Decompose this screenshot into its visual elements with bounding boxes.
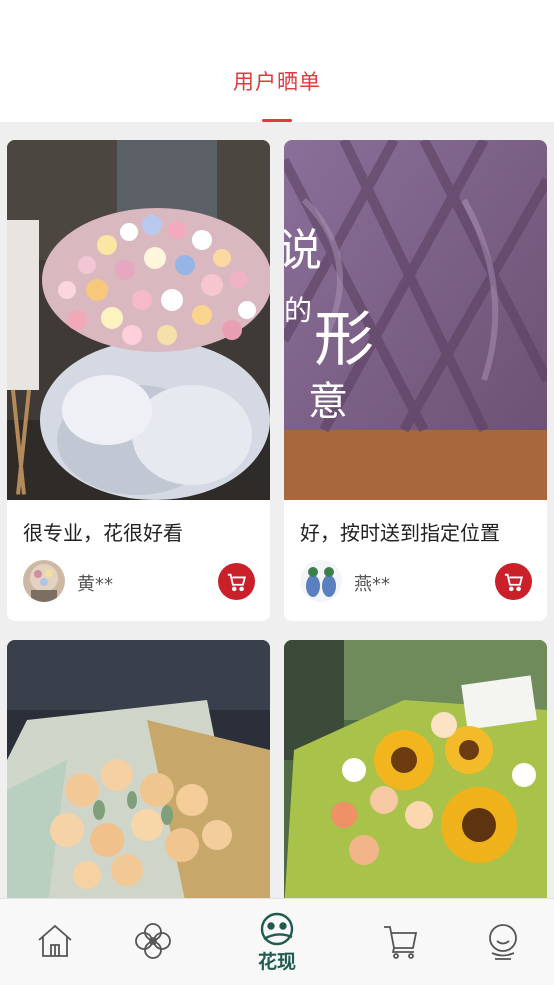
review-user-row: 黄**	[23, 560, 255, 604]
cart-icon	[227, 573, 246, 591]
page-title[interactable]: 用户晒单	[0, 66, 554, 96]
avatar[interactable]	[23, 560, 65, 602]
overlay-text: 的	[284, 294, 312, 327]
review-text: 好，按时送到指定位置	[300, 521, 500, 545]
overlay-text: 形	[314, 305, 374, 375]
review-user-row: 燕**	[300, 560, 532, 604]
tab-discover[interactable]: 花现	[222, 899, 332, 985]
add-to-cart-button[interactable]	[218, 563, 255, 600]
tab-home[interactable]	[0, 899, 110, 985]
user-name: 燕**	[354, 574, 390, 595]
profile-icon	[489, 924, 517, 960]
user-name: 黄**	[77, 574, 113, 595]
review-card[interactable]	[7, 640, 270, 910]
home-icon	[38, 924, 72, 957]
review-card[interactable]	[284, 640, 547, 910]
review-card[interactable]: 说 的 形 意 好，按时送到指定位置 燕**	[284, 140, 547, 621]
discover-icon	[260, 912, 294, 946]
tab-flowers[interactable]	[98, 899, 208, 985]
overlay-text: 说	[284, 225, 322, 276]
avatar[interactable]	[300, 560, 342, 602]
tab-discover-label: 花现	[257, 951, 296, 973]
flower-icon	[135, 923, 171, 959]
review-photo[interactable]	[7, 140, 270, 500]
review-card[interactable]: 很专业，花很好看 黄**	[7, 140, 270, 621]
add-to-cart-button[interactable]	[495, 563, 532, 600]
bottom-tab-bar: 花现	[0, 898, 554, 985]
cart-icon	[384, 926, 418, 959]
tab-cart[interactable]	[346, 899, 456, 985]
review-photo[interactable]	[7, 640, 270, 910]
cart-icon	[504, 573, 523, 591]
tab-indicator	[262, 119, 292, 122]
review-photo[interactable]: 说 的 形 意	[284, 140, 547, 500]
review-photo[interactable]	[284, 640, 547, 910]
review-text: 很专业，花很好看	[23, 521, 183, 545]
tab-profile[interactable]	[448, 899, 554, 985]
overlay-text: 意	[308, 379, 348, 425]
page-header: 用户晒单	[0, 0, 554, 122]
